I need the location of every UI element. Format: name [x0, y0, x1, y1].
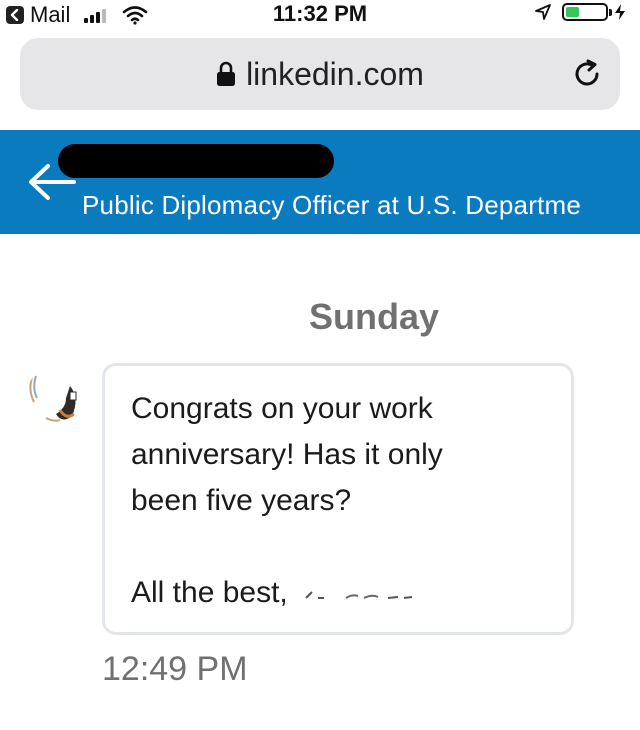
battery-icon: [562, 3, 612, 21]
lock-icon: [217, 61, 236, 86]
battery-cap: [609, 9, 612, 16]
day-separator: Sunday: [308, 296, 440, 337]
url-text: linkedin.com: [246, 55, 424, 92]
status-right-group: [534, 3, 626, 21]
redacted-contact-name: [58, 144, 334, 178]
message-timestamp: 12:49 PM: [102, 650, 248, 688]
message-signoff: All the best,: [131, 570, 547, 616]
redacted-signature: [305, 591, 413, 600]
message-line: been five years?: [131, 484, 352, 517]
conversation-header: Public Diplomacy Officer at U.S. Departm…: [0, 130, 640, 234]
avatar[interactable]: [26, 368, 82, 424]
location-arrow-icon: [535, 4, 551, 20]
contact-headline: Public Diplomacy Officer at U.S. Departm…: [82, 190, 582, 220]
avatar-image: [26, 368, 82, 424]
address-bar[interactable]: linkedin.com: [20, 38, 620, 110]
message-line: Congrats on your work: [131, 392, 433, 425]
charging-bolt-icon: [615, 4, 625, 20]
battery-level: [566, 7, 579, 17]
message-line: anniversary! Has it only: [131, 438, 443, 471]
status-bar: Mail 11:32 PM: [0, 0, 640, 28]
message-bubble[interactable]: Congrats on your work anniversary! Has i…: [102, 363, 574, 635]
reload-icon[interactable]: [572, 59, 602, 89]
address-bar-content: linkedin.com: [20, 38, 620, 110]
message-line: All the best,: [131, 576, 288, 609]
